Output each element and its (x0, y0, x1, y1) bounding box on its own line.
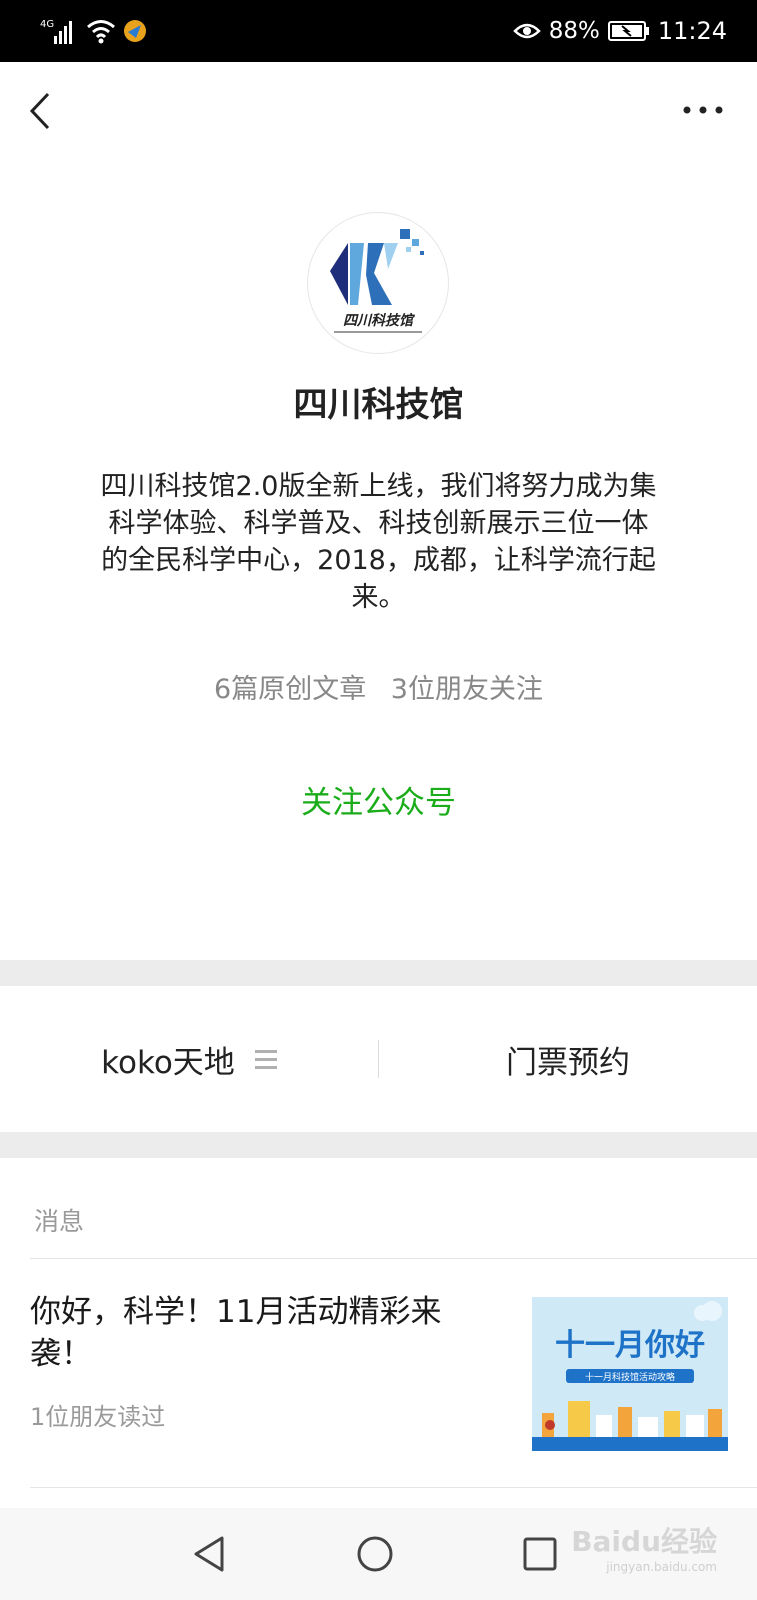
watermark-brand: Baidu经验 (571, 1525, 717, 1558)
logo-text: 四川科技馆 (343, 312, 416, 329)
nav-recents-button[interactable] (520, 1534, 560, 1574)
eye-comfort-icon (512, 23, 541, 39)
menu-ticket-label: 门票预约 (506, 1044, 630, 1081)
submenu-icon (254, 1045, 277, 1074)
section-divider (0, 1132, 757, 1158)
nav-home-button[interactable] (355, 1534, 395, 1574)
nav-back-button[interactable] (190, 1534, 230, 1574)
account-stats: 6篇原创文章 3位朋友关注 (0, 667, 757, 706)
clock: 11:24 (657, 17, 727, 45)
account-description: 四川科技馆2.0版全新上线，我们将努力成为集科学体验、科学普及、科技创新展示三位… (100, 471, 657, 613)
more-dots-icon (683, 106, 723, 114)
square-recents-icon (523, 1537, 557, 1571)
circle-home-icon (357, 1536, 393, 1572)
menu-ticket-booking[interactable]: 门票预约 (379, 986, 757, 1132)
triangle-back-icon (194, 1536, 224, 1572)
menu-koko-label: koko天地 (101, 1044, 235, 1081)
follow-button[interactable]: 关注公众号 (0, 777, 757, 822)
status-right: 88% 11:24 (512, 14, 727, 48)
more-button[interactable] (679, 98, 727, 122)
article-read-count: 1位朋友读过 (30, 1403, 166, 1431)
network-type: 4G (40, 19, 54, 30)
battery-percent: 88% (548, 18, 600, 44)
account-profile: 四川科技馆 四川科技馆 四川科技馆2.0版全新上线，我们将努力成为集科学体验、科… (0, 162, 757, 960)
messages-header: 消息 (34, 1207, 85, 1236)
wifi-icon (87, 20, 115, 44)
watermark-url: jingyan.baidu.com (606, 1560, 717, 1574)
watermark: Baidu经验 jingyan.baidu.com (571, 1520, 717, 1574)
thumb-subtitle: 十一月科技馆活动攻略 (585, 1371, 675, 1383)
friends-following-count[interactable]: 3位朋友关注 (391, 674, 543, 705)
chevron-left-icon (29, 92, 50, 130)
section-divider (0, 960, 757, 986)
science-museum-logo-icon: 四川科技馆 (330, 229, 424, 333)
signal-icon: 4G (40, 19, 72, 44)
messages-section: 消息 你好，科学！11月活动精彩来袭！ 1位朋友读过 十一月你好 十一月科技馆活… (0, 1158, 757, 1508)
article-item[interactable]: 你好，科学！11月活动精彩来袭！ 1位朋友读过 十一月你好 十一月科技馆活动攻略 (0, 1259, 757, 1487)
account-name: 四川科技馆 (293, 385, 464, 425)
app-notification-icon (124, 20, 146, 42)
menu-koko[interactable]: koko天地 (0, 986, 378, 1132)
battery-icon (607, 21, 649, 41)
original-articles-count: 6篇原创文章 (214, 674, 367, 705)
status-left: 4G (40, 16, 148, 46)
thumb-title: 十一月你好 (555, 1328, 705, 1363)
account-menu: koko天地 门票预约 (0, 986, 757, 1132)
article-thumbnail: 十一月你好 十一月科技馆活动攻略 (532, 1297, 728, 1451)
account-avatar: 四川科技馆 (307, 212, 449, 354)
back-button[interactable] (22, 86, 62, 136)
top-nav (0, 62, 757, 162)
article-title: 你好，科学！11月活动精彩来袭！ (30, 1294, 442, 1372)
divider (30, 1487, 757, 1488)
system-nav-bar: Baidu经验 jingyan.baidu.com (0, 1508, 757, 1600)
status-bar: 4G 88% 11:24 (0, 0, 757, 62)
